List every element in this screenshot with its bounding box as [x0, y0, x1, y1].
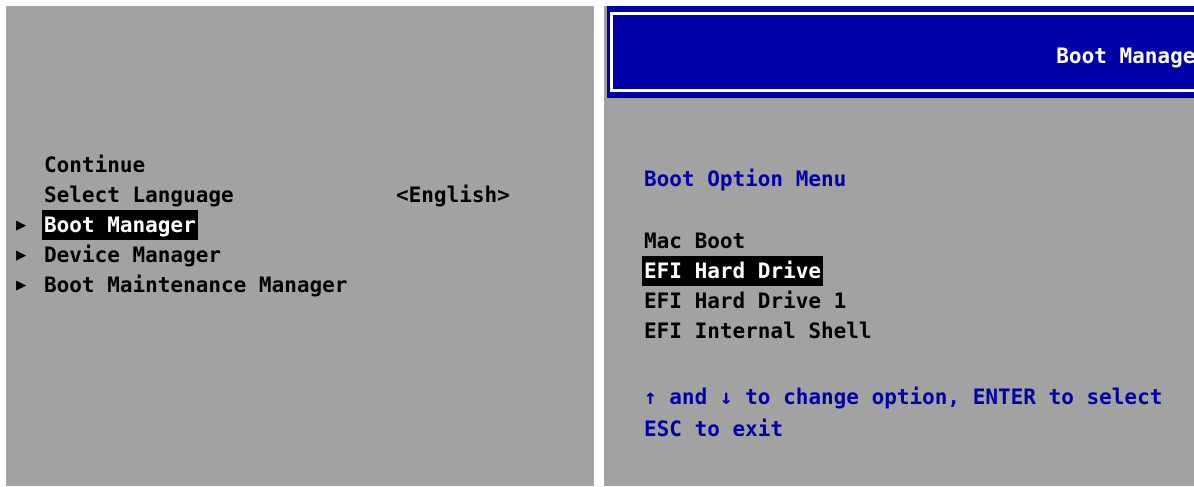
boot-option-efi-hard-drive-1[interactable]: EFI Hard Drive 1	[644, 286, 846, 316]
title-frame: Boot Manager	[610, 12, 1194, 92]
menu-item-label: Boot Manager	[42, 210, 198, 240]
menu-item-device-manager[interactable]: ▶ Device Manager	[6, 240, 594, 270]
boot-manager-panel: Boot Manager Boot Option Menu Mac Boot E…	[604, 6, 1194, 486]
setup-menu-panel: Continue Select Language <English> ▶ Boo…	[6, 6, 594, 486]
menu-item-boot-maintenance-manager[interactable]: ▶ Boot Maintenance Manager	[6, 270, 594, 300]
page-title: Boot Manager	[1056, 44, 1194, 68]
help-text-navigation: ↑ and ↓ to change option, ENTER to selec…	[644, 385, 1163, 409]
menu-item-continue[interactable]: Continue	[6, 150, 594, 180]
menu-item-select-language[interactable]: Select Language <English>	[6, 180, 594, 210]
boot-option-menu-heading: Boot Option Menu	[644, 167, 847, 191]
boot-option-efi-internal-shell[interactable]: EFI Internal Shell	[644, 316, 872, 346]
submenu-arrow-icon: ▶	[16, 245, 27, 265]
menu-item-boot-manager[interactable]: ▶ Boot Manager	[6, 210, 594, 240]
title-bar: Boot Manager	[607, 6, 1194, 98]
menu-item-label: Device Manager	[44, 243, 222, 267]
menu-item-label: Continue	[44, 153, 146, 177]
submenu-arrow-icon: ▶	[16, 215, 27, 235]
help-text-exit: ESC to exit	[644, 417, 784, 441]
menu-item-label: Select Language	[44, 183, 234, 207]
language-value[interactable]: <English>	[396, 180, 510, 210]
boot-option-mac-boot[interactable]: Mac Boot	[644, 226, 745, 256]
boot-option-efi-hard-drive[interactable]: EFI Hard Drive	[642, 256, 824, 286]
menu-item-label: Boot Maintenance Manager	[44, 273, 348, 297]
submenu-arrow-icon: ▶	[16, 275, 27, 295]
